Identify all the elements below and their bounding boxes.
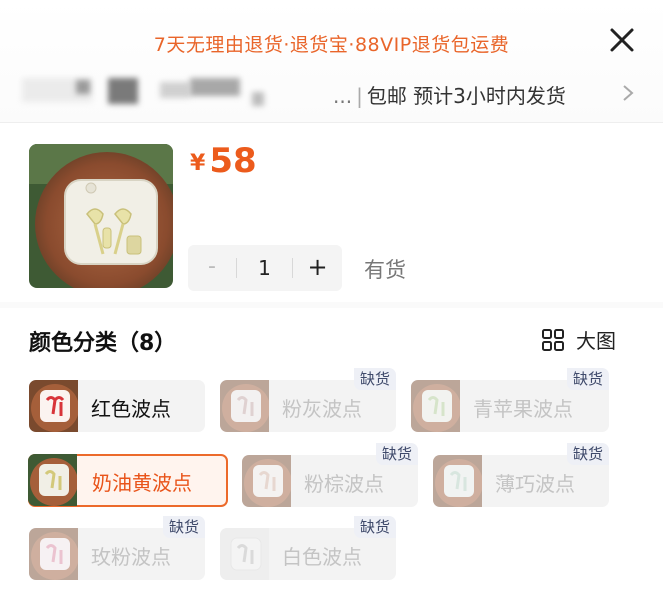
return-policy-banner: 7天无理由退货·退货宝·88VIP退货包运费 (153, 34, 510, 56)
redacted-address (190, 78, 240, 96)
currency-symbol: ¥ (190, 151, 206, 176)
option-label: 青苹果波点 (473, 397, 573, 421)
option-label: 红色波点 (91, 397, 171, 421)
redacted-address (108, 78, 138, 104)
price-value: 58 (209, 141, 257, 181)
shipping-address-row[interactable]: ... | 包邮 预计3小时内发货 (20, 72, 643, 112)
color-option[interactable]: 青苹果波点 缺货 (411, 368, 609, 432)
option-thumbnail (433, 455, 482, 507)
option-label: 粉棕波点 (304, 472, 384, 496)
option-thumbnail (220, 528, 269, 580)
out-of-stock-badge: 缺货 (375, 443, 418, 465)
color-category-title: 颜色分类（8） (29, 331, 177, 356)
option-thumbnail (29, 528, 78, 580)
option-label: 白色波点 (282, 545, 362, 569)
redacted-address (160, 82, 190, 98)
option-label: 薄巧波点 (495, 472, 575, 496)
earphones-thumb (220, 380, 269, 432)
option-label: 玫粉波点 (91, 545, 171, 569)
color-option[interactable]: 玫粉波点 缺货 (29, 516, 205, 580)
product-image[interactable] (29, 144, 173, 288)
stock-status: 有货 (364, 258, 406, 282)
section-divider (0, 302, 663, 308)
earphones-thumb (28, 454, 77, 506)
earphones-image (29, 144, 173, 288)
option-label: 奶油黄波点 (92, 471, 192, 495)
option-thumbnail (220, 380, 269, 432)
color-option[interactable]: 粉灰波点 缺货 (220, 368, 396, 432)
redacted-address (252, 92, 264, 106)
option-thumbnail (29, 380, 78, 432)
earphones-thumb (411, 380, 460, 432)
decrease-quantity-button[interactable]: - (188, 245, 236, 291)
option-thumbnail (411, 380, 460, 432)
quantity-value[interactable]: 1 (237, 245, 292, 291)
out-of-stock-badge: 缺货 (353, 368, 396, 390)
option-thumbnail (28, 454, 77, 506)
option-thumbnail (242, 455, 291, 507)
sku-header: 7天无理由退货·退货宝·88VIP退货包运费 ... | 包邮 预计3小时内发货 (0, 0, 663, 123)
color-option[interactable]: 白色波点 缺货 (220, 516, 396, 580)
out-of-stock-badge: 缺货 (353, 516, 396, 538)
color-option[interactable]: 红色波点 (29, 380, 205, 432)
color-option[interactable]: 薄巧波点 缺货 (433, 443, 609, 507)
large-image-label: 大图 (576, 329, 616, 353)
color-option-selected[interactable]: 奶油黄波点 (28, 454, 228, 507)
close-button[interactable] (604, 22, 640, 58)
earphones-thumb (433, 455, 482, 507)
color-option[interactable]: 粉棕波点 缺货 (242, 443, 418, 507)
out-of-stock-badge: 缺货 (162, 516, 205, 538)
earphones-thumb (29, 380, 78, 432)
increase-quantity-button[interactable]: + (293, 245, 342, 291)
earphones-thumb (242, 455, 291, 507)
close-icon (610, 28, 634, 52)
quantity-stepper[interactable]: - 1 + (188, 245, 342, 291)
out-of-stock-badge: 缺货 (566, 443, 609, 465)
option-label: 粉灰波点 (282, 397, 362, 421)
redacted-address (76, 80, 90, 94)
out-of-stock-badge: 缺货 (566, 368, 609, 390)
price: ¥58 (190, 141, 257, 181)
chevron-right-icon (623, 85, 634, 101)
earphones-thumb (29, 528, 78, 580)
earphones-thumb (220, 528, 269, 580)
grid-icon (542, 329, 564, 351)
shipping-info: ... | 包邮 预计3小时内发货 (333, 84, 566, 108)
